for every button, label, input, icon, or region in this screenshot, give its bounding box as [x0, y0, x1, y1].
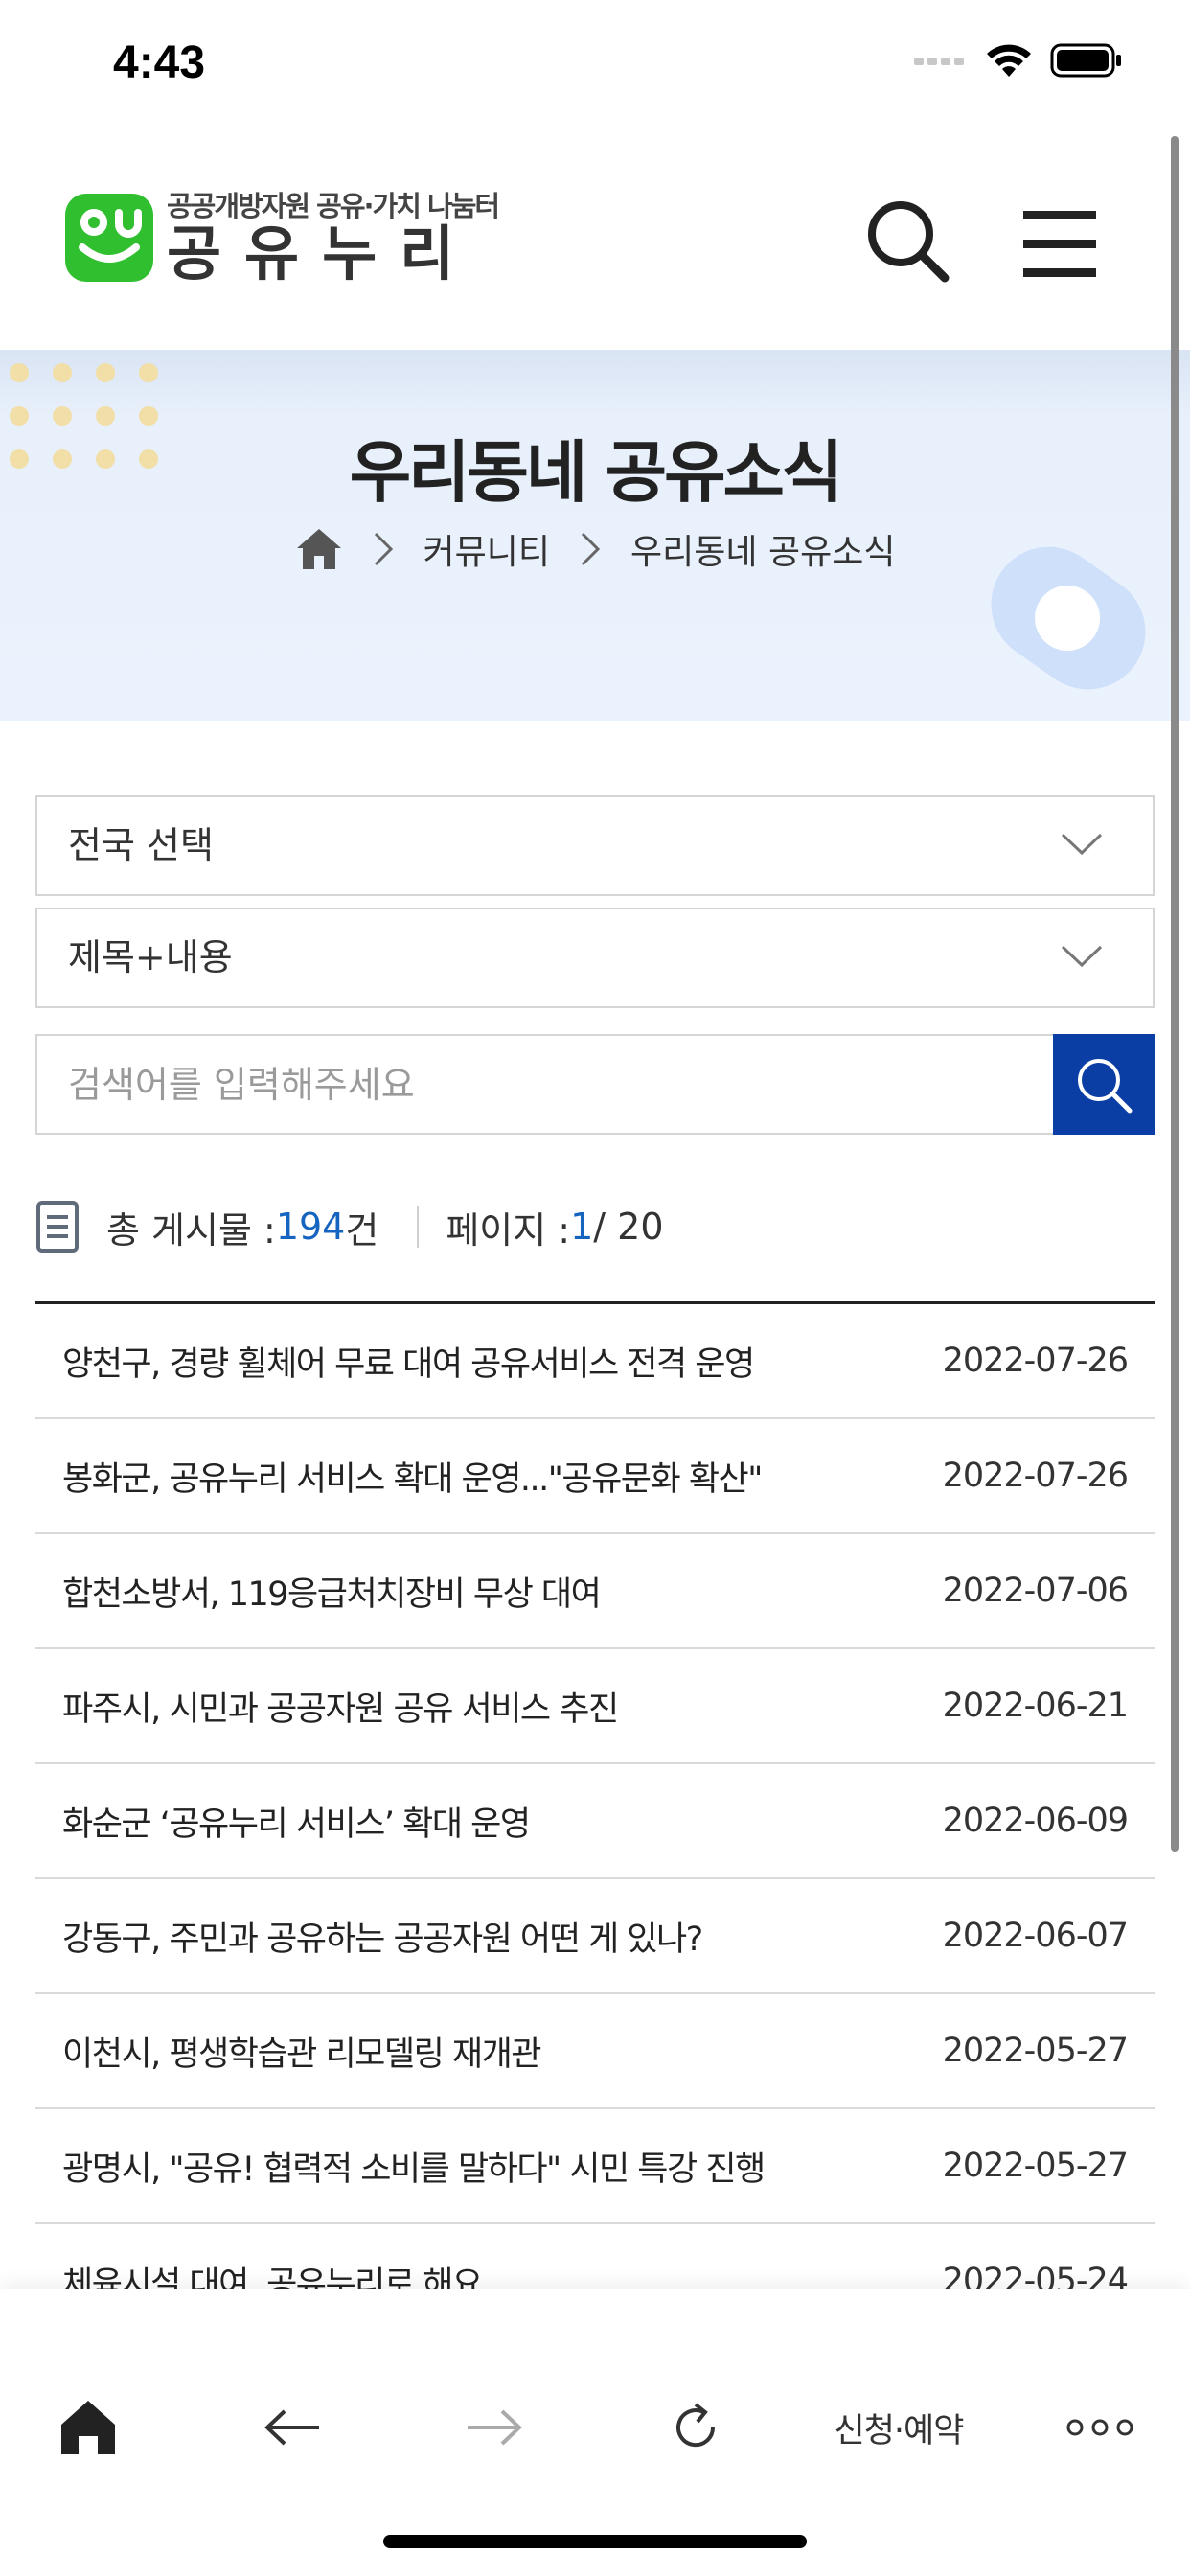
post-title[interactable]: 체육시설 대여, 공유누리로 해요 — [62, 2257, 483, 2289]
post-date: 2022-06-09 — [942, 1802, 1129, 1840]
forward-button[interactable] — [456, 2384, 533, 2471]
reserve-label: 신청·예약 — [834, 2411, 965, 2450]
chevron-right-icon — [374, 532, 393, 566]
home-indicator[interactable] — [383, 2535, 807, 2548]
post-summary: 총 게시물 : 194 건 페이지 : 1 / 20 — [35, 1198, 664, 1255]
logo-title: 공유누리 — [167, 218, 478, 288]
search-icon[interactable] — [862, 196, 954, 288]
post-date: 2022-07-26 — [942, 1342, 1129, 1380]
refresh-button[interactable] — [657, 2384, 734, 2471]
page-scrollbar[interactable] — [1171, 136, 1179, 1852]
search-bar — [35, 1034, 1155, 1135]
back-button[interactable] — [254, 2384, 331, 2471]
chevron-down-icon — [1061, 945, 1103, 968]
post-date: 2022-07-06 — [942, 1572, 1129, 1610]
list-item[interactable]: 양천구, 경량 휠체어 무료 대여 공유서비스 전격 운영 2022-07-26 — [35, 1304, 1155, 1419]
breadcrumb-community[interactable]: 커뮤니티 — [423, 524, 550, 574]
status-bar: 4:43 — [0, 0, 1190, 134]
post-list: 양천구, 경량 휠체어 무료 대여 공유서비스 전격 운영 2022-07-26… — [35, 1301, 1155, 2288]
post-title[interactable]: 합천소방서, 119응급처치장비 무상 대여 — [62, 1567, 602, 1616]
list-item[interactable]: 화순군 ‘공유누리 서비스’ 확대 운영 2022-06-09 — [35, 1764, 1155, 1879]
list-item[interactable]: 체육시설 대여, 공유누리로 해요 2022-05-24 — [35, 2224, 1155, 2288]
search-submit-button[interactable] — [1053, 1034, 1155, 1135]
chevron-down-icon — [1061, 833, 1103, 856]
status-icons — [914, 42, 1123, 79]
post-title[interactable]: 양천구, 경량 휠체어 무료 대여 공유서비스 전격 운영 — [62, 1337, 755, 1386]
post-date: 2022-05-27 — [942, 2032, 1129, 2070]
post-date: 2022-07-26 — [942, 1457, 1129, 1495]
more-icon — [1066, 2419, 1133, 2436]
bottom-toolbar: 신청·예약 — [0, 2288, 1190, 2576]
site-logo[interactable]: 공공개방자원 공유·가치 나눔터 공유누리 — [65, 190, 500, 288]
logo-subtitle: 공공개방자원 공유·가치 나눔터 — [167, 190, 500, 222]
total-count: 194 — [275, 1206, 346, 1248]
post-date: 2022-06-07 — [942, 1917, 1129, 1955]
list-item[interactable]: 광명시, "공유! 협력적 소비를 말하다" 시민 특강 진행 2022-05-… — [35, 2109, 1155, 2224]
summary-divider — [417, 1206, 420, 1248]
home-icon — [61, 2401, 115, 2454]
breadcrumb-current[interactable]: 우리동네 공유소식 — [630, 524, 895, 574]
logo-mark-icon — [65, 194, 153, 282]
region-select[interactable]: 전국 선택 — [35, 795, 1155, 896]
search-field-select[interactable]: 제목+내용 — [35, 908, 1155, 1008]
list-item[interactable]: 강동구, 주민과 공유하는 공공자원 어떤 게 있나? 2022-06-07 — [35, 1879, 1155, 1994]
list-item[interactable]: 파주시, 시민과 공공자원 공유 서비스 추진 2022-06-21 — [35, 1649, 1155, 1764]
list-item[interactable]: 봉화군, 공유누리 서비스 확대 운영..."공유문화 확산" 2022-07-… — [35, 1419, 1155, 1534]
chevron-right-icon — [581, 532, 601, 566]
page-title: 우리동네 공유소식 — [349, 433, 844, 512]
search-input[interactable] — [35, 1034, 1053, 1135]
post-title[interactable]: 이천시, 평생학습관 리모델링 재개관 — [62, 2027, 542, 2076]
page-total: / 20 — [593, 1206, 664, 1248]
signal-icon — [914, 58, 964, 65]
refresh-icon — [676, 2403, 716, 2448]
page-current: 1 — [570, 1206, 594, 1248]
decorative-tag-shape — [991, 546, 1146, 690]
hero-banner: 우리동네 공유소식 커뮤니티 우리동네 공유소식 — [0, 350, 1190, 721]
more-button[interactable] — [1062, 2384, 1138, 2471]
page-label: 페이지 : — [446, 1208, 571, 1252]
post-title[interactable]: 광명시, "공유! 협력적 소비를 말하다" 시민 특강 진행 — [62, 2142, 766, 2191]
post-date: 2022-05-24 — [942, 2262, 1129, 2288]
back-arrow-icon — [264, 2409, 319, 2446]
wifi-icon — [987, 44, 1031, 77]
list-item[interactable]: 합천소방서, 119응급처치장비 무상 대여 2022-07-06 — [35, 1534, 1155, 1649]
region-select-value: 전국 선택 — [68, 824, 214, 866]
search-icon — [1078, 1058, 1133, 1113]
home-button[interactable] — [50, 2384, 126, 2471]
status-time: 4:43 — [113, 37, 206, 88]
post-title[interactable]: 파주시, 시민과 공공자원 공유 서비스 추진 — [62, 1682, 619, 1731]
reserve-button[interactable]: 신청·예약 — [812, 2384, 985, 2471]
post-title[interactable]: 봉화군, 공유누리 서비스 확대 운영..."공유문화 확산" — [62, 1452, 763, 1501]
total-unit: 건 — [345, 1208, 379, 1252]
post-date: 2022-05-27 — [942, 2147, 1129, 2185]
hamburger-menu-icon[interactable] — [1021, 205, 1100, 284]
post-title[interactable]: 강동구, 주민과 공유하는 공공자원 어떤 게 있나? — [62, 1912, 703, 1961]
post-title[interactable]: 화순군 ‘공유누리 서비스’ 확대 운영 — [62, 1797, 531, 1846]
forward-arrow-icon — [468, 2409, 522, 2446]
app-screen: 4:43 공공개방자원 공유·가치 나눔터 공유누리 우리동네 공유소식 커뮤니… — [0, 0, 1190, 2576]
site-header: 공공개방자원 공유·가치 나눔터 공유누리 — [0, 134, 1190, 350]
logo-text: 공공개방자원 공유·가치 나눔터 공유누리 — [167, 190, 500, 288]
document-list-icon — [36, 1201, 79, 1253]
search-field-select-value: 제목+내용 — [68, 936, 233, 978]
total-label: 총 게시물 : — [106, 1208, 276, 1252]
battery-icon — [1050, 43, 1121, 78]
post-date: 2022-06-21 — [942, 1687, 1129, 1725]
home-icon[interactable] — [295, 527, 343, 571]
list-item[interactable]: 이천시, 평생학습관 리모델링 재개관 2022-05-27 — [35, 1994, 1155, 2109]
